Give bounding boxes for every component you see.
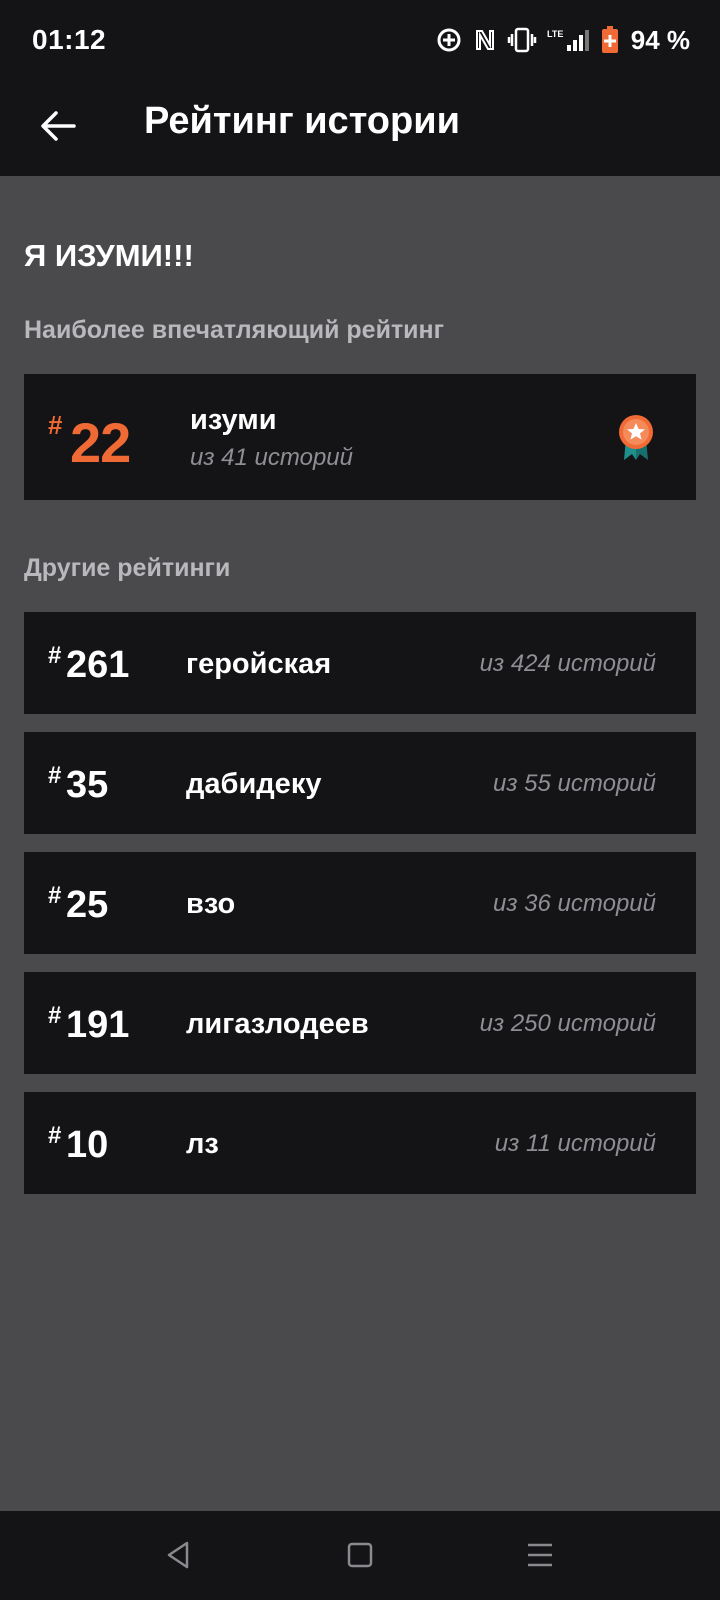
main-content[interactable]: Я ИЗУМИ!!! Наиболее впечатляющий рейтинг… (0, 176, 720, 1511)
status-icons: LTE 94 % (435, 22, 690, 58)
status-time: 01:12 (32, 24, 107, 55)
story-count: из 36 историй (493, 890, 656, 917)
featured-section-label: Наиболее впечатляющий рейтинг (24, 316, 445, 344)
menu-lines-icon (528, 1543, 552, 1567)
ranking-row[interactable]: # 25 взо из 36 историй (24, 852, 696, 954)
story-title: Я ИЗУМИ!!! (24, 238, 194, 273)
arrow-left-icon (41, 111, 76, 141)
vibrate-icon (507, 27, 537, 53)
back-button[interactable] (30, 98, 86, 154)
tag-name: дабидеку (186, 768, 322, 800)
rank-number: 10 (66, 1124, 109, 1166)
location-target-icon (435, 26, 463, 54)
ranking-row[interactable]: # 261 геройская из 424 историй (24, 612, 696, 714)
rank-number: 35 (66, 764, 109, 806)
rank-hash: # (48, 642, 62, 669)
story-count: из 424 историй (479, 650, 656, 677)
tag-name: лз (186, 1128, 219, 1160)
back-triangle-icon (167, 1541, 189, 1569)
rank-number: 22 (70, 411, 131, 474)
story-count: из 55 историй (493, 770, 656, 797)
rank-number: 191 (66, 1004, 130, 1046)
story-count: из 11 историй (494, 1130, 656, 1157)
app-bar: Рейтинг истории (0, 80, 720, 176)
star-medal-icon (619, 415, 653, 460)
tag-name: изуми (190, 404, 277, 436)
rank-hash: # (48, 1002, 62, 1029)
rank-number: 25 (66, 884, 109, 926)
ranking-row[interactable]: # 10 лз из 11 историй (24, 1092, 696, 1194)
nfc-icon (473, 27, 497, 53)
ranking-row[interactable]: # 191 лигазлодеев из 250 историй (24, 972, 696, 1074)
story-count: из 41 историй (190, 444, 353, 471)
other-rankings-label: Другие рейтинги (24, 554, 231, 582)
rank-hash: # (48, 1122, 62, 1149)
ranking-row[interactable]: # 35 дабидеку из 55 историй (24, 732, 696, 834)
battery-charging-icon (601, 26, 619, 54)
nav-back-button[interactable] (154, 1533, 202, 1577)
rank-hash: # (48, 882, 62, 909)
rank-hash: # (48, 762, 62, 789)
tag-name: взо (186, 888, 236, 920)
nav-home-button[interactable] (336, 1533, 384, 1577)
battery-percent: 94 % (630, 24, 690, 55)
tag-name: геройская (186, 648, 332, 680)
rank-number: 261 (66, 644, 130, 686)
system-nav-bar (0, 1511, 720, 1600)
tag-name: лигазлодеев (186, 1008, 369, 1040)
status-bar: 01:12 LTE 94 % (0, 0, 720, 80)
rank-hash: # (48, 410, 63, 440)
nav-menu-button[interactable] (516, 1533, 564, 1577)
story-count: из 250 историй (479, 1010, 656, 1037)
page-title: Рейтинг истории (144, 100, 460, 142)
svg-text:LTE: LTE (547, 29, 563, 39)
featured-ranking-card[interactable]: # 22 изуми из 41 историй (24, 374, 696, 500)
home-square-icon (347, 1542, 373, 1568)
lte-signal-icon: LTE (547, 27, 591, 53)
